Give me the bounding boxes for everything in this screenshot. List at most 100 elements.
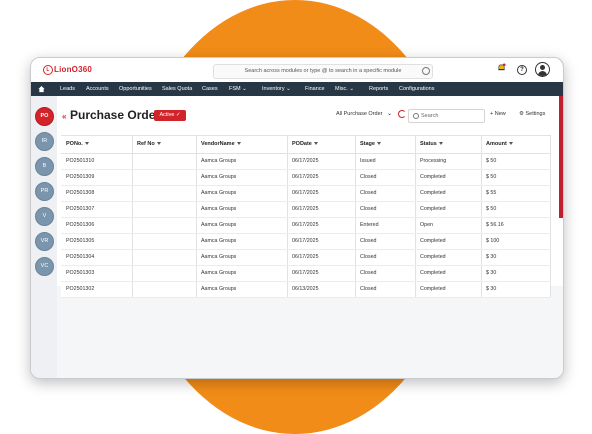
nav-fsm[interactable]: FSM ⌄ xyxy=(229,82,247,96)
col-stage[interactable]: Stage xyxy=(360,136,381,153)
col-ref-no[interactable]: Ref No xyxy=(137,136,161,153)
cell-po-no[interactable]: PO2501307 xyxy=(66,202,94,217)
filter-icon[interactable] xyxy=(376,142,381,146)
cell-po-date: 06/17/2025 xyxy=(292,254,319,260)
nav-cases[interactable]: Cases xyxy=(202,82,218,96)
cell-status: Completed xyxy=(420,174,446,180)
cell-stage: Closed xyxy=(360,206,377,212)
filter-icon[interactable] xyxy=(84,142,89,146)
cell-po-no[interactable]: PO2501310 xyxy=(66,154,94,169)
table-row[interactable]: PO2501302 Aamca Groups 06/13/2025 Closed Com… xyxy=(61,282,551,298)
cell-vendor-name: Aamca Groups xyxy=(201,158,237,164)
gear-icon: ⚙ xyxy=(519,111,524,117)
cell-amount: $ 50 xyxy=(486,158,497,164)
global-search-input[interactable]: Search across modules or type @ to searc… xyxy=(213,64,433,79)
user-avatar[interactable] xyxy=(535,62,550,77)
cell-po-no[interactable]: PO2501303 xyxy=(66,266,94,281)
cell-vendor-name: Aamca Groups xyxy=(201,190,237,196)
cell-po-date: 06/17/2025 xyxy=(292,174,319,180)
table-row[interactable]: PO2501304 Aamca Groups 06/17/2025 Closed Com… xyxy=(61,250,551,266)
cell-po-no[interactable]: PO2501306 xyxy=(66,218,94,233)
side-item-v[interactable]: V xyxy=(35,207,54,226)
cell-po-date: 06/17/2025 xyxy=(292,238,319,244)
nav-inventory[interactable]: Inventory ⌄ xyxy=(262,82,291,96)
cell-status: Completed xyxy=(420,254,446,260)
table-row[interactable]: PO2501308 Aamca Groups 06/17/2025 Closed Com… xyxy=(61,186,551,202)
cell-po-no[interactable]: PO2501304 xyxy=(66,250,94,265)
nav-reports[interactable]: Reports xyxy=(369,82,388,96)
cell-po-date: 06/17/2025 xyxy=(292,270,319,276)
table-header: PONo. Ref No VendorName PODate Stage Sta… xyxy=(61,135,551,154)
nav-finance[interactable]: Finance xyxy=(305,82,325,96)
check-icon: ✓ xyxy=(175,112,181,118)
refresh-icon[interactable] xyxy=(398,110,406,118)
notification-bell-icon[interactable] xyxy=(497,63,506,72)
cell-status: Completed xyxy=(420,238,446,244)
filter-icon[interactable] xyxy=(438,142,443,146)
col-po-date[interactable]: PODate xyxy=(292,136,318,153)
filter-icon[interactable] xyxy=(313,142,318,146)
col-label: Status xyxy=(420,141,437,147)
settings-button[interactable]: ⚙ Settings xyxy=(519,111,545,117)
app-window: L LionO360 Search across modules or type … xyxy=(30,57,564,379)
nav-misc[interactable]: Misc. ⌄ xyxy=(335,82,354,96)
filter-icon[interactable] xyxy=(156,142,161,146)
cell-po-no[interactable]: PO2501305 xyxy=(66,234,94,249)
nav-accounts[interactable]: Accounts xyxy=(86,82,109,96)
col-vendor-name[interactable]: VendorName xyxy=(201,136,241,153)
nav-sales-quota[interactable]: Sales Quota xyxy=(162,82,192,96)
side-item-b[interactable]: B xyxy=(35,157,54,176)
table-row[interactable]: PO2501306 Aamca Groups 06/17/2025 Entered Op… xyxy=(61,218,551,234)
side-item-pr[interactable]: PR xyxy=(35,182,54,201)
filter-icon[interactable] xyxy=(508,142,513,146)
cell-amount: $ 50 xyxy=(486,174,497,180)
nav-opportunities[interactable]: Opportunities xyxy=(119,82,152,96)
nav-leads[interactable]: Leads xyxy=(60,82,75,96)
table-row[interactable]: PO2501307 Aamca Groups 06/17/2025 Closed Com… xyxy=(61,202,551,218)
cell-po-date: 06/17/2025 xyxy=(292,206,319,212)
side-item-ir[interactable]: IR xyxy=(35,132,54,151)
table-row[interactable]: PO2501305 Aamca Groups 06/17/2025 Closed Com… xyxy=(61,234,551,250)
new-button[interactable]: + New xyxy=(490,111,506,117)
cell-stage: Closed xyxy=(360,270,377,276)
side-item-vc[interactable]: VC xyxy=(35,257,54,276)
cell-po-no[interactable]: PO2501309 xyxy=(66,170,94,185)
cell-stage: Closed xyxy=(360,286,377,292)
cell-vendor-name: Aamca Groups xyxy=(201,286,237,292)
cell-po-date: 06/17/2025 xyxy=(292,190,319,196)
nav-misc-label: Misc. xyxy=(335,86,348,92)
home-icon[interactable] xyxy=(38,85,45,93)
col-amount[interactable]: Amount xyxy=(486,136,513,153)
nav-configurations[interactable]: Configurations xyxy=(399,82,434,96)
table-row[interactable]: PO2501310 Aamca Groups 06/17/2025 Issued Pro… xyxy=(61,154,551,170)
nav-inventory-label: Inventory xyxy=(262,86,285,92)
cell-vendor-name: Aamca Groups xyxy=(201,254,237,260)
side-item-po[interactable]: PO xyxy=(35,107,54,126)
col-label: PODate xyxy=(292,141,312,147)
table-row[interactable]: PO2501309 Aamca Groups 06/17/2025 Closed Com… xyxy=(61,170,551,186)
cell-status: Completed xyxy=(420,190,446,196)
side-item-vr[interactable]: VR xyxy=(35,232,54,251)
cell-po-no[interactable]: PO2501308 xyxy=(66,186,94,201)
filter-icon[interactable] xyxy=(236,142,241,146)
cell-po-no[interactable]: PO2501302 xyxy=(66,282,94,297)
collapse-icon[interactable]: « xyxy=(62,112,66,121)
cell-po-date: 06/17/2025 xyxy=(292,158,319,164)
col-status[interactable]: Status xyxy=(420,136,443,153)
cell-status: Completed xyxy=(420,286,446,292)
plus-icon: + xyxy=(490,111,494,117)
history-icon[interactable] xyxy=(422,67,430,75)
cell-stage: Closed xyxy=(360,190,377,196)
cell-amount: $ 30 xyxy=(486,254,497,260)
view-select[interactable]: All Purchase Order xyxy=(336,111,382,117)
col-po-no[interactable]: PONo. xyxy=(66,136,89,153)
cell-amount: $ 100 xyxy=(486,238,500,244)
col-label: PONo. xyxy=(66,141,83,147)
status-dropdown[interactable]: Active ✓ xyxy=(154,110,186,121)
logo[interactable]: L LionO360 xyxy=(43,65,92,75)
main-nav: Leads Accounts Opportunities Sales Quota… xyxy=(31,82,563,96)
chevron-down-icon[interactable]: ⌄ xyxy=(387,110,392,117)
table-row[interactable]: PO2501303 Aamca Groups 06/17/2025 Closed Com… xyxy=(61,266,551,282)
help-icon[interactable]: ? xyxy=(517,65,527,75)
list-search-input[interactable]: Search xyxy=(408,109,485,123)
